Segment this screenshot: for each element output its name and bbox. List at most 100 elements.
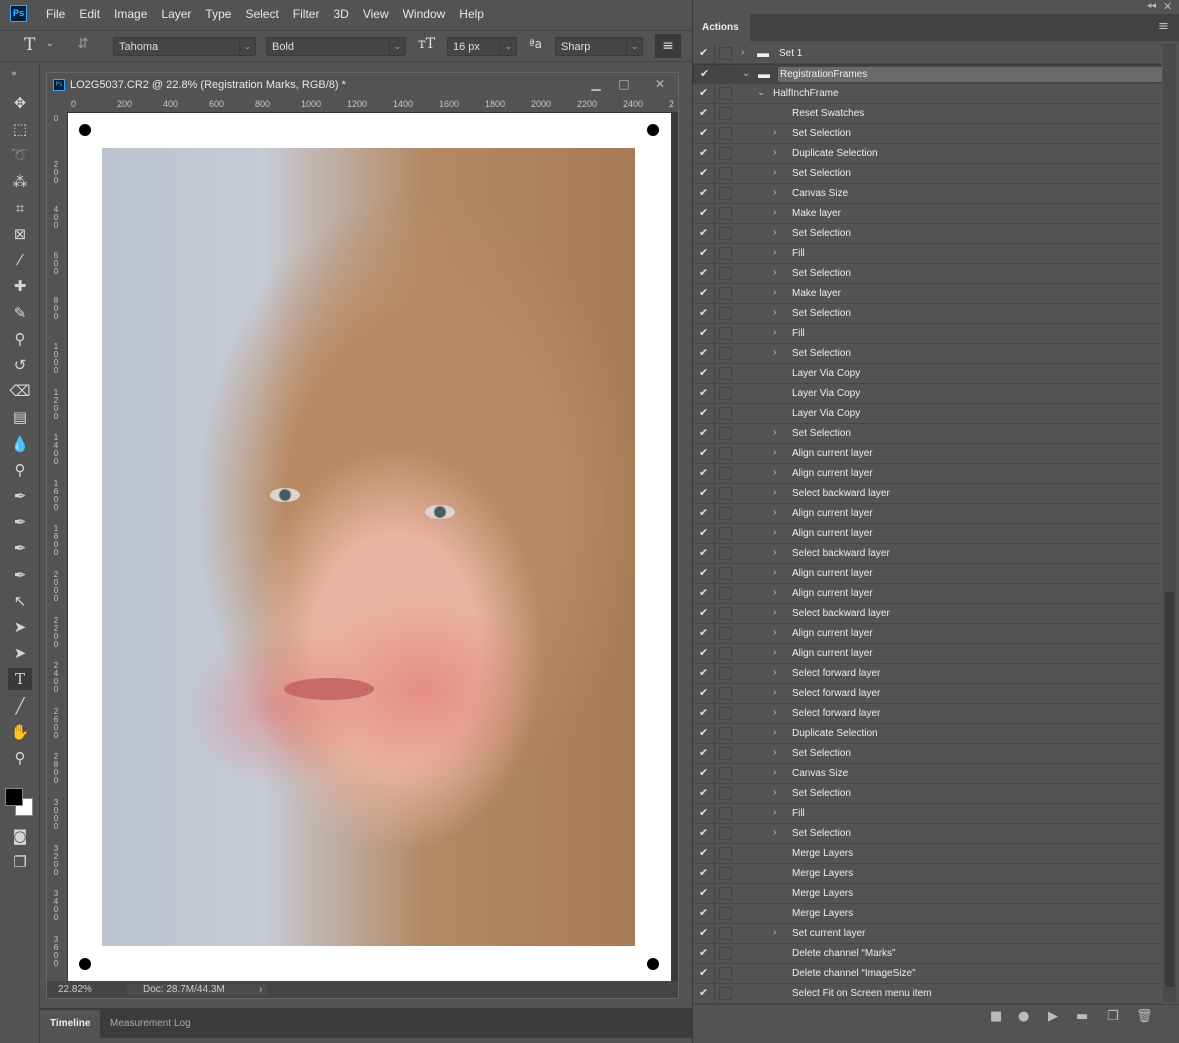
action-step-row[interactable]: ✔ Merge Layers <box>693 884 1161 904</box>
healing-brush-icon[interactable]: ✚ <box>8 275 32 297</box>
action-step-row[interactable]: ✔ › Align current layer <box>693 504 1161 524</box>
dialog-toggle-box[interactable] <box>719 927 732 940</box>
new-action-icon[interactable]: ❐ <box>1107 1009 1119 1024</box>
chevron-right-icon[interactable]: › <box>773 567 776 578</box>
dialog-toggle-box[interactable] <box>719 667 732 680</box>
menu-layer[interactable]: Layer <box>161 7 191 21</box>
dialog-toggle-box[interactable] <box>719 727 732 740</box>
dialog-toggle-box[interactable] <box>719 187 732 200</box>
type-tool-icon[interactable]: T <box>8 668 32 691</box>
action-step-row[interactable]: ✔ Merge Layers <box>693 844 1161 864</box>
action-step-row[interactable]: ✔ › Fill <box>693 324 1161 344</box>
delete-trash-icon[interactable]: 🗑 <box>1136 1009 1153 1024</box>
dialog-toggle-box[interactable] <box>719 487 732 500</box>
path-select-icon[interactable]: ➤ <box>8 642 32 664</box>
dialog-toggle-box[interactable] <box>719 227 732 240</box>
font-size-select[interactable]: 16 px ⌄ <box>447 37 517 56</box>
action-step-row[interactable]: ✔ › Set Selection <box>693 124 1161 144</box>
checkmark-icon[interactable]: ✔ <box>699 326 711 339</box>
dialog-toggle-box[interactable] <box>719 887 732 900</box>
action-step-row[interactable]: ✔ › Duplicate Selection <box>693 724 1161 744</box>
crop-tool-icon[interactable]: ⌗ <box>8 197 32 219</box>
chevron-right-icon[interactable]: › <box>773 127 776 138</box>
chevron-right-icon[interactable]: › <box>773 647 776 658</box>
action-step-row[interactable]: ✔ Reset Swatches <box>693 104 1161 124</box>
pen-tool-icon[interactable]: ✒ <box>8 485 32 507</box>
checkmark-icon[interactable]: ✔ <box>699 566 711 579</box>
eraser-icon[interactable]: ⌫ <box>8 380 32 402</box>
action-step-row[interactable]: ✔ › Align current layer <box>693 444 1161 464</box>
record-icon[interactable]: ● <box>1018 1009 1029 1024</box>
chevron-right-icon[interactable]: › <box>773 707 776 718</box>
dialog-toggle-box[interactable] <box>719 587 732 600</box>
action-step-row[interactable]: ✔ Layer Via Copy <box>693 364 1161 384</box>
action-step-row[interactable]: ✔ › Fill <box>693 244 1161 264</box>
action-step-row[interactable]: ✔ › Set Selection <box>693 344 1161 364</box>
dialog-toggle-box[interactable] <box>719 147 732 160</box>
checkmark-icon[interactable]: ✔ <box>699 166 711 179</box>
action-step-row[interactable]: ✔ Merge Layers <box>693 864 1161 884</box>
chevron-right-icon[interactable]: › <box>741 47 744 58</box>
chevron-right-icon[interactable]: › <box>773 747 776 758</box>
dialog-toggle-box[interactable] <box>719 567 732 580</box>
menu-select[interactable]: Select <box>245 7 278 21</box>
checkmark-icon[interactable]: ✔ <box>699 806 711 819</box>
dialog-toggle-box[interactable] <box>719 787 732 800</box>
dialog-toggle-box[interactable] <box>719 127 732 140</box>
zoom-level[interactable]: 22.82% <box>47 984 127 995</box>
color-swatches[interactable] <box>5 788 35 818</box>
action-step-row[interactable]: ✔ Select Fit on Screen menu item <box>693 984 1161 1004</box>
close-button[interactable]: ✕ <box>644 74 676 94</box>
checkmark-icon[interactable]: ✔ <box>699 186 711 199</box>
checkmark-icon[interactable]: ✔ <box>699 706 711 719</box>
action-step-row[interactable]: ✔ › Select backward layer <box>693 544 1161 564</box>
dialog-toggle-box[interactable] <box>719 687 732 700</box>
hand-tool-icon[interactable]: ✋ <box>8 721 32 743</box>
action-step-row[interactable]: ✔ Layer Via Copy <box>693 404 1161 424</box>
dialog-toggle-box[interactable] <box>719 807 732 820</box>
menu-file[interactable]: File <box>46 7 65 21</box>
action-step-row[interactable]: ✔ Layer Via Copy <box>693 384 1161 404</box>
dialog-toggle-box[interactable] <box>719 407 732 420</box>
dialog-toggle-box[interactable] <box>719 767 732 780</box>
checkmark-icon[interactable]: ✔ <box>699 106 711 119</box>
stop-icon[interactable]: ■ <box>990 1009 1002 1024</box>
checkmark-icon[interactable]: ✔ <box>699 86 711 99</box>
checkmark-icon[interactable]: ✔ <box>699 266 711 279</box>
action-step-row[interactable]: ✔ › Set Selection <box>693 164 1161 184</box>
dialog-toggle-box[interactable] <box>719 167 732 180</box>
checkmark-icon[interactable]: ✔ <box>699 586 711 599</box>
checkmark-icon[interactable]: ✔ <box>700 67 712 80</box>
action-step-row[interactable]: ✔ › Duplicate Selection <box>693 144 1161 164</box>
action-step-row[interactable]: ✔ › Align current layer <box>693 584 1161 604</box>
checkmark-icon[interactable]: ✔ <box>699 946 711 959</box>
chevron-right-icon[interactable]: › <box>773 447 776 458</box>
action-step-row[interactable]: ✔ › Select forward layer <box>693 704 1161 724</box>
dialog-toggle-box[interactable] <box>719 87 732 100</box>
chevron-right-icon[interactable]: › <box>773 187 776 198</box>
checkmark-icon[interactable]: ✔ <box>699 346 711 359</box>
chevron-right-icon[interactable]: › <box>773 467 776 478</box>
dialog-toggle-box[interactable] <box>719 307 732 320</box>
dialog-toggle-box[interactable] <box>719 867 732 880</box>
checkmark-icon[interactable]: ✔ <box>699 866 711 879</box>
checkmark-icon[interactable]: ✔ <box>699 746 711 759</box>
dialog-toggle-box[interactable] <box>719 467 732 480</box>
chevron-right-icon[interactable]: › <box>773 427 776 438</box>
checkmark-icon[interactable]: ✔ <box>699 366 711 379</box>
menu-edit[interactable]: Edit <box>79 7 100 21</box>
chevron-right-icon[interactable]: › <box>773 167 776 178</box>
checkmark-icon[interactable]: ✔ <box>699 286 711 299</box>
freeform-pen-icon[interactable]: ✒ <box>8 511 32 533</box>
dodge-tool-icon[interactable]: ⚲ <box>8 459 32 481</box>
chevron-right-icon[interactable]: › <box>773 787 776 798</box>
history-brush-icon[interactable]: ↺ <box>8 354 32 376</box>
dialog-toggle-box[interactable] <box>719 547 732 560</box>
chevron-right-icon[interactable]: › <box>773 307 776 318</box>
frame-tool-icon[interactable]: ⊠ <box>8 223 32 245</box>
action-step-row[interactable]: ✔ › Make layer <box>693 284 1161 304</box>
action-step-row[interactable]: ✔ › Set Selection <box>693 784 1161 804</box>
font-family-select[interactable]: Tahoma ⌄ <box>113 37 256 56</box>
checkmark-icon[interactable]: ✔ <box>699 466 711 479</box>
action-step-row[interactable]: ✔ › Set Selection <box>693 224 1161 244</box>
